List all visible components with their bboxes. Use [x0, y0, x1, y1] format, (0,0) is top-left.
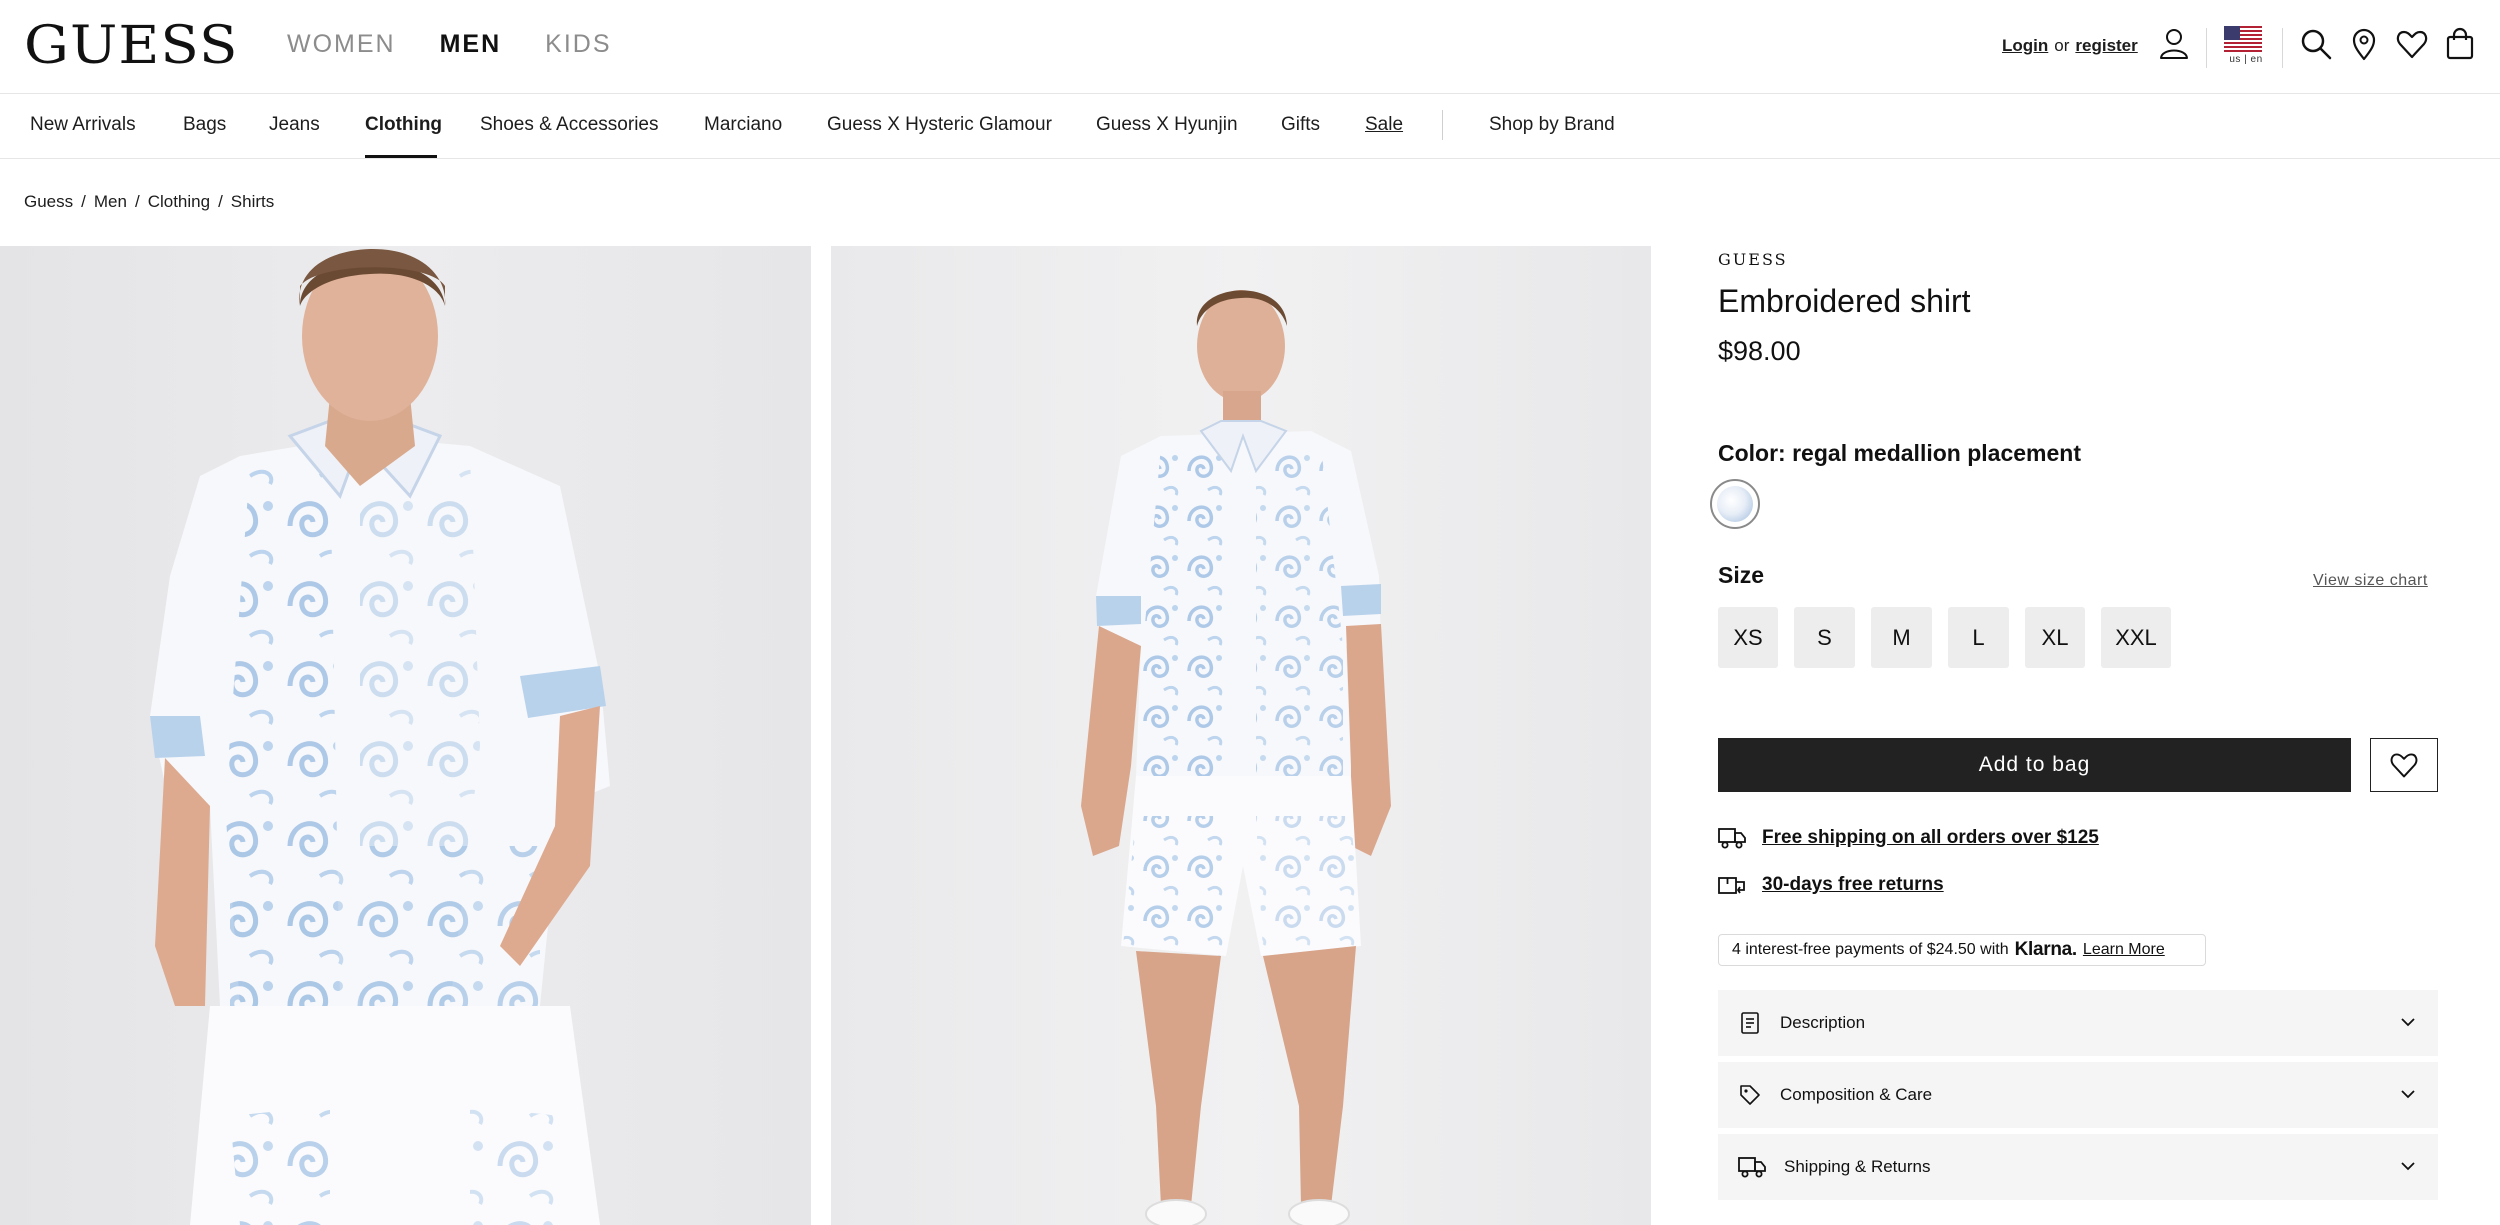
login-link[interactable]: Login	[2002, 36, 2048, 55]
size-button-l[interactable]: L	[1948, 607, 2009, 668]
nav-shoes-accessories[interactable]: Shoes & Accessories	[480, 114, 658, 136]
model-closeup-illustration	[150, 248, 610, 1225]
user-icon[interactable]	[2156, 26, 2192, 62]
shopping-bag-icon[interactable]	[2442, 26, 2478, 62]
free-returns-link[interactable]: 30-days free returns	[1762, 874, 1944, 896]
product-brand: GUESS	[1718, 250, 1788, 269]
tab-women[interactable]: WOMEN	[287, 30, 396, 59]
search-icon[interactable]	[2298, 26, 2334, 62]
breadcrumb: Guess / Men / Clothing / Shirts	[24, 192, 274, 212]
accordion-composition-care[interactable]: Composition & Care	[1718, 1062, 2438, 1128]
header-divider	[2282, 28, 2283, 68]
nav-guess-x-hyunjin[interactable]: Guess X Hyunjin	[1096, 114, 1238, 136]
nav-divider	[1442, 110, 1443, 140]
header-divider	[2206, 28, 2207, 68]
product-image-full-body[interactable]	[831, 246, 1651, 1225]
accordion-description-label: Description	[1780, 1013, 1866, 1032]
color-label: Color: regal medallion placement	[1718, 440, 2081, 467]
gender-nav: WOMEN MEN KIDS	[287, 30, 612, 59]
tab-men[interactable]: MEN	[440, 30, 502, 59]
product-title: Embroidered shirt	[1718, 283, 1971, 319]
add-to-wishlist-button[interactable]	[2370, 738, 2438, 792]
color-name: regal medallion placement	[1792, 440, 2081, 466]
chevron-down-icon	[2401, 1162, 2415, 1171]
nav-gifts[interactable]: Gifts	[1281, 114, 1320, 136]
nav-sale[interactable]: Sale	[1365, 114, 1403, 136]
or-text: or	[2054, 36, 2070, 55]
location-pin-icon[interactable]	[2346, 26, 2382, 62]
nav-guess-x-hysteric-glamour[interactable]: Guess X Hysteric Glamour	[827, 114, 1052, 136]
free-returns-perk: 30-days free returns	[1718, 873, 1944, 897]
size-label: Size	[1718, 562, 1765, 588]
active-nav-underline	[365, 155, 437, 158]
heart-icon[interactable]	[2394, 26, 2430, 62]
color-swatch-regal-medallion[interactable]	[1710, 479, 1760, 529]
locale-text: us | en	[2229, 54, 2263, 65]
return-box-icon	[1718, 877, 1745, 894]
nav-new-arrivals[interactable]: New Arrivals	[30, 114, 136, 136]
klarna-text: 4 interest-free payments of $24.50 with	[1732, 941, 2009, 958]
size-button-m[interactable]: M	[1871, 607, 1932, 668]
nav-shop-by-brand[interactable]: Shop by Brand	[1489, 114, 1615, 136]
breadcrumb-separator: /	[218, 192, 223, 211]
chevron-down-icon	[2401, 1018, 2415, 1027]
size-button-s[interactable]: S	[1794, 607, 1855, 668]
register-link[interactable]: register	[2075, 36, 2137, 55]
accordion-description[interactable]: Description	[1718, 990, 2438, 1056]
category-nav: New Arrivals Bags Jeans Clothing Shoes &…	[0, 94, 2500, 159]
product-image-front-closeup[interactable]	[0, 246, 811, 1225]
size-selector: XS S M L XL XXL	[1718, 607, 2171, 668]
accordion-composition-care-label: Composition & Care	[1780, 1085, 1933, 1104]
model-full-body-illustration	[1081, 290, 1391, 1225]
heart-icon	[2390, 753, 2418, 778]
breadcrumb-separator: /	[134, 192, 140, 211]
top-header: GUESS WOMEN MEN KIDS Login or register us …	[0, 0, 2500, 94]
delivery-truck-icon	[1718, 828, 1746, 849]
breadcrumb-guess[interactable]: Guess	[24, 192, 73, 212]
size-button-xl[interactable]: XL	[2025, 607, 2085, 668]
account-links: Login or register	[2002, 36, 2138, 56]
document-icon	[1741, 1012, 1759, 1034]
klarna-learn-more-link[interactable]: Learn More	[2083, 941, 2165, 959]
free-shipping-link[interactable]: Free shipping on all orders over $125	[1762, 827, 2099, 849]
chevron-down-icon	[2401, 1090, 2415, 1099]
breadcrumb-clothing[interactable]: Clothing	[148, 192, 210, 212]
breadcrumb-separator: /	[81, 192, 86, 211]
nav-marciano[interactable]: Marciano	[704, 114, 782, 136]
add-to-bag-button[interactable]: Add to bag	[1718, 738, 2351, 792]
guess-logo[interactable]: GUESS	[24, 20, 239, 72]
product-price: $98.00	[1718, 336, 1801, 366]
nav-clothing[interactable]: Clothing	[365, 114, 442, 136]
accordion-shipping-returns[interactable]: Shipping & Returns	[1718, 1134, 2438, 1200]
breadcrumb-men[interactable]: Men	[94, 192, 127, 212]
view-size-chart-link[interactable]: View size chart	[2313, 572, 2428, 590]
tab-kids[interactable]: KIDS	[545, 30, 611, 59]
tag-icon	[1740, 1085, 1760, 1105]
us-flag-icon	[2224, 26, 2262, 52]
klarna-logo: Klarna.	[2014, 939, 2078, 960]
nav-jeans[interactable]: Jeans	[269, 114, 320, 136]
free-shipping-perk: Free shipping on all orders over $125	[1718, 826, 2099, 850]
size-button-xxl[interactable]: XXL	[2101, 607, 2171, 668]
color-prefix: Color:	[1718, 440, 1786, 466]
nav-bags[interactable]: Bags	[183, 114, 226, 136]
breadcrumb-shirts[interactable]: Shirts	[231, 192, 274, 212]
swatch-fill	[1717, 486, 1753, 522]
size-button-xs[interactable]: XS	[1718, 607, 1778, 668]
locale-selector[interactable]: us | en	[2224, 26, 2264, 68]
klarna-banner: 4 interest-free payments of $24.50 with …	[1718, 934, 2206, 966]
accordion-shipping-returns-label: Shipping & Returns	[1784, 1157, 1931, 1176]
delivery-truck-icon	[1738, 1157, 1766, 1178]
